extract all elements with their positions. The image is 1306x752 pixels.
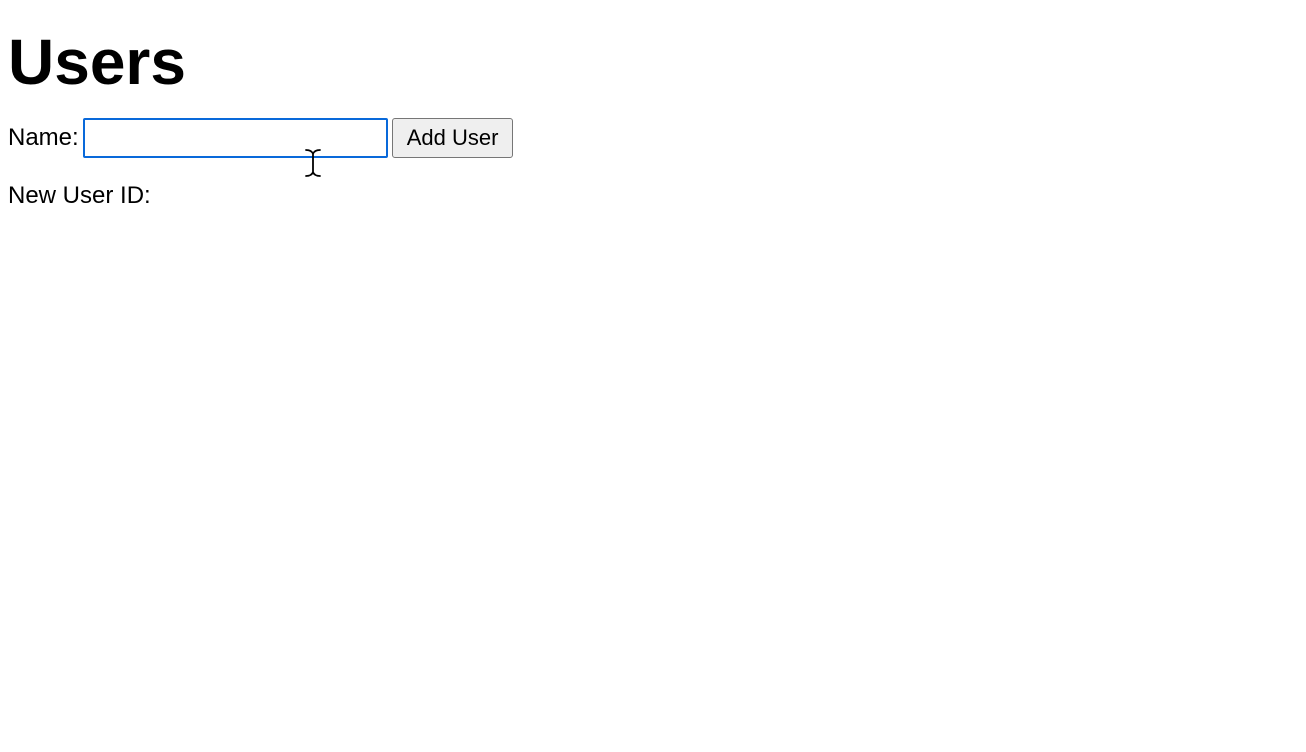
new-user-id-label: New User ID: <box>8 182 151 209</box>
page-title: Users <box>8 30 1298 94</box>
name-input[interactable] <box>83 118 388 158</box>
add-user-button[interactable]: Add User <box>392 118 514 158</box>
add-user-form: Name: Add User <box>8 118 1298 158</box>
new-user-id-row: New User ID: <box>8 182 1298 210</box>
name-label: Name: <box>8 124 79 152</box>
